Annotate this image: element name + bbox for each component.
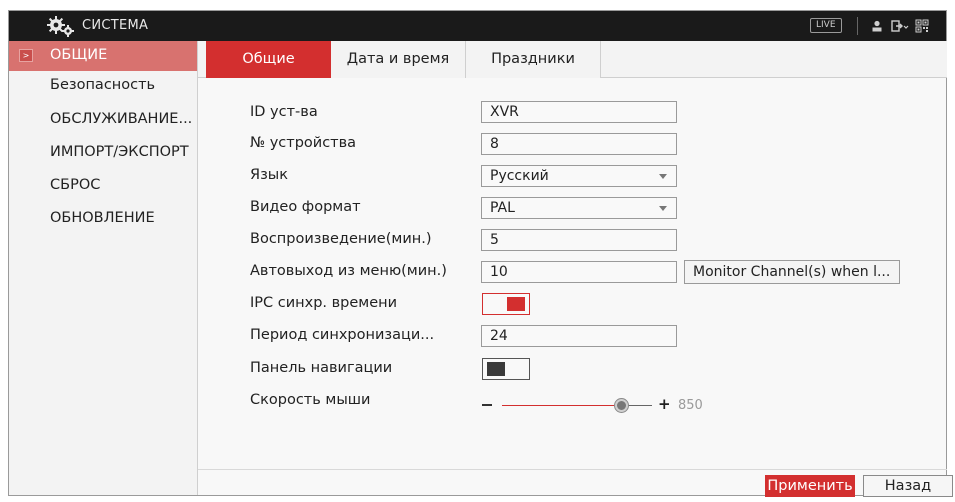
sync-period-label: Период синхронизаци... — [250, 327, 435, 343]
video-format-select[interactable]: PAL — [481, 197, 677, 219]
window-title: СИСТЕМА — [82, 18, 149, 33]
tab-date-time[interactable]: Дата и время — [331, 41, 466, 78]
tab-bar: Общие Дата и время Праздники — [198, 41, 947, 78]
nav-bar-toggle[interactable] — [482, 358, 530, 380]
footer-divider — [198, 469, 947, 470]
chevron-right-icon: > — [19, 49, 33, 62]
slider-track[interactable] — [502, 399, 652, 412]
auto-logout-label: Автовыход из меню(мин.) — [250, 263, 447, 279]
titlebar-divider — [857, 17, 858, 35]
slider-thumb[interactable] — [615, 399, 628, 412]
video-format-label: Видео формат — [250, 199, 361, 215]
logout-icon[interactable] — [891, 19, 909, 33]
sidebar-item-label: ИМПОРТ/ЭКСПОРТ — [50, 144, 189, 160]
sidebar-item-label: ОБНОВЛЕНИЕ — [50, 210, 155, 226]
sidebar-item-general[interactable]: > ОБЩИЕ — [9, 41, 197, 71]
monitor-channels-button[interactable]: Monitor Channel(s) when l... — [684, 260, 900, 284]
user-icon[interactable] — [870, 19, 884, 33]
back-button[interactable]: Назад — [863, 475, 953, 497]
playback-input[interactable]: 5 — [481, 229, 677, 251]
tab-holidays[interactable]: Праздники — [466, 41, 601, 78]
auto-logout-input[interactable]: 10 — [481, 261, 677, 283]
sidebar-item-label: ОБСЛУЖИВАНИЕ... — [50, 111, 193, 127]
language-label: Язык — [250, 167, 288, 183]
sidebar-item-label: СБРОС — [50, 177, 101, 193]
device-id-label: ID уст-ва — [250, 104, 318, 120]
minus-icon[interactable] — [482, 404, 492, 406]
device-number-label: № устройства — [250, 135, 357, 151]
sidebar-item-import-export[interactable]: ИМПОРТ/ЭКСПОРТ — [9, 138, 197, 168]
settings-window: СИСТЕМА LIVE > ОБЩИЕ Безопасность ОБСЛУЖ… — [8, 10, 953, 497]
plus-icon[interactable]: + — [658, 397, 671, 412]
tab-general[interactable]: Общие — [206, 41, 331, 78]
main-panel: Общие Дата и время Праздники ID уст-ва X… — [197, 41, 953, 497]
settings-gears-icon — [47, 16, 74, 37]
toggle-knob — [507, 297, 525, 311]
toggle-knob — [487, 362, 505, 376]
mouse-speed-slider[interactable]: + 850 — [482, 397, 742, 414]
sidebar: > ОБЩИЕ Безопасность ОБСЛУЖИВАНИЕ... ИМП… — [9, 41, 197, 495]
sidebar-item-label: Безопасность — [50, 77, 156, 93]
slider-fill — [502, 405, 622, 406]
ipc-sync-toggle[interactable] — [482, 293, 530, 315]
playback-label: Воспроизведение(мин.) — [250, 231, 432, 247]
nav-bar-label: Панель навигации — [250, 360, 393, 376]
sidebar-item-security[interactable]: Безопасность — [9, 71, 197, 101]
sidebar-item-update[interactable]: ОБНОВЛЕНИЕ — [9, 204, 197, 234]
ipc-sync-label: IPC синхр. времени — [250, 295, 398, 311]
apply-button[interactable]: Применить — [765, 475, 855, 497]
language-select[interactable]: Русский — [481, 165, 677, 187]
sidebar-item-maintenance[interactable]: ОБСЛУЖИВАНИЕ... — [9, 105, 197, 135]
device-id-input[interactable]: XVR — [481, 101, 677, 123]
title-bar: СИСТЕМА LIVE — [9, 11, 946, 41]
sync-period-input[interactable]: 24 — [481, 325, 677, 347]
sidebar-item-label: ОБЩИЕ — [50, 47, 108, 63]
qr-code-icon[interactable] — [915, 19, 929, 33]
sidebar-item-reset[interactable]: СБРОС — [9, 171, 197, 201]
device-number-input[interactable]: 8 — [481, 133, 677, 155]
mouse-speed-value: 850 — [678, 398, 703, 413]
live-button[interactable]: LIVE — [810, 18, 842, 33]
mouse-speed-label: Скорость мыши — [250, 392, 371, 408]
